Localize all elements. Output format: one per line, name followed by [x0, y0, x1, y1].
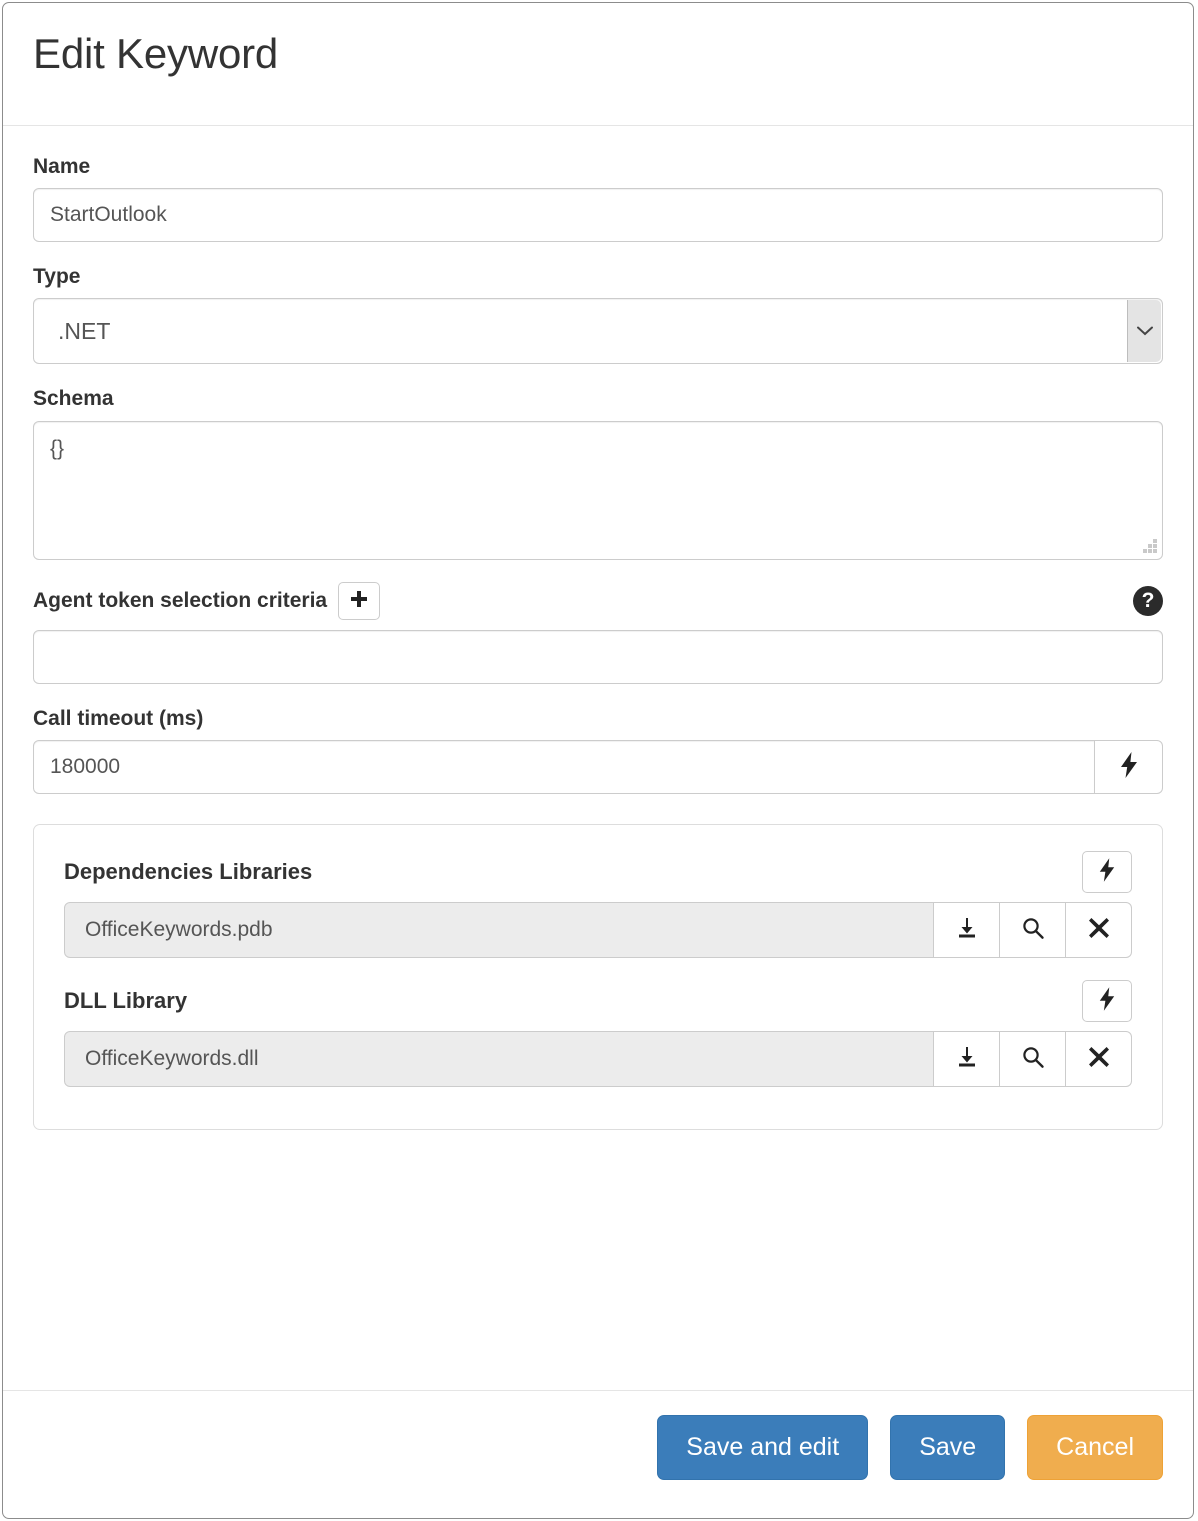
save-and-edit-button[interactable]: Save and edit: [657, 1415, 869, 1480]
question-mark-icon[interactable]: ?: [1133, 585, 1163, 616]
dll-remove-button[interactable]: [1066, 1030, 1132, 1087]
dll-file-input[interactable]: [64, 1030, 934, 1087]
lightning-bolt-icon: [1098, 858, 1116, 885]
agent-token-input[interactable]: [33, 629, 1163, 684]
dependencies-search-button[interactable]: [1000, 901, 1066, 958]
dependencies-dynamic-button[interactable]: [1082, 850, 1132, 893]
dialog-body: Name Type .NET Schema: [3, 126, 1193, 1390]
agent-token-label-row: Agent token selection criteria ?: [33, 581, 1163, 620]
type-field-group: Type .NET: [33, 264, 1163, 365]
plus-icon: [349, 589, 369, 612]
dependencies-download-button[interactable]: [934, 901, 1000, 958]
search-icon: [1021, 1045, 1045, 1072]
call-timeout-input-group: [33, 739, 1163, 794]
name-field-group: Name: [33, 154, 1163, 243]
dialog-footer: Save and edit Save Cancel: [3, 1390, 1193, 1518]
add-criteria-button[interactable]: [338, 581, 381, 620]
name-input[interactable]: [33, 188, 1163, 243]
dependencies-remove-button[interactable]: [1066, 901, 1132, 958]
call-timeout-input[interactable]: [33, 739, 1095, 794]
schema-field-group: Schema: [33, 386, 1163, 560]
lightning-bolt-icon: [1119, 752, 1139, 781]
dll-dynamic-button[interactable]: [1082, 979, 1132, 1022]
dialog-header: Edit Keyword: [3, 3, 1193, 126]
call-timeout-dynamic-button[interactable]: [1095, 739, 1163, 794]
dll-download-button[interactable]: [934, 1030, 1000, 1087]
name-label: Name: [33, 155, 91, 178]
page-title: Edit Keyword: [33, 30, 279, 77]
type-select[interactable]: .NET: [33, 298, 1163, 365]
schema-textarea[interactable]: [33, 420, 1163, 560]
agent-token-field-group: Agent token selection criteria ?: [33, 581, 1163, 684]
dependencies-head: Dependencies Libraries: [64, 850, 1132, 893]
libraries-panel: Dependencies Libraries OfficeKeywords.pd…: [33, 823, 1163, 1130]
remove-icon: [1088, 917, 1110, 942]
download-icon: [955, 1045, 979, 1072]
dll-file-row: [64, 1030, 1132, 1087]
dll-label: DLL Library: [64, 987, 188, 1013]
dependencies-label: Dependencies Libraries: [64, 858, 313, 884]
dll-search-button[interactable]: [1000, 1030, 1066, 1087]
call-timeout-label: Call timeout (ms): [33, 706, 204, 730]
dependencies-file-row: [64, 901, 1132, 958]
schema-label: Schema: [33, 387, 114, 411]
dll-head: DLL Library: [64, 979, 1132, 1022]
agent-token-label: Agent token selection criteria: [33, 588, 328, 612]
type-label: Type: [33, 265, 81, 289]
type-select-wrapper: .NET: [33, 298, 1163, 365]
remove-icon: [1088, 1046, 1110, 1071]
search-icon: [1021, 916, 1045, 943]
dll-section: DLL Library: [64, 979, 1132, 1087]
edit-keyword-dialog: Edit Keyword Name Type .NET: [2, 2, 1194, 1519]
lightning-bolt-icon: [1098, 987, 1116, 1014]
dependencies-section: Dependencies Libraries: [64, 850, 1132, 958]
schema-textarea-wrapper: [33, 420, 1163, 560]
cancel-button[interactable]: Cancel: [1027, 1415, 1163, 1480]
agent-token-label-left: Agent token selection criteria: [33, 581, 381, 620]
save-button[interactable]: Save: [890, 1415, 1006, 1480]
download-icon: [955, 916, 979, 943]
dependencies-file-input[interactable]: [64, 901, 934, 958]
call-timeout-field-group: Call timeout (ms): [33, 706, 1163, 794]
